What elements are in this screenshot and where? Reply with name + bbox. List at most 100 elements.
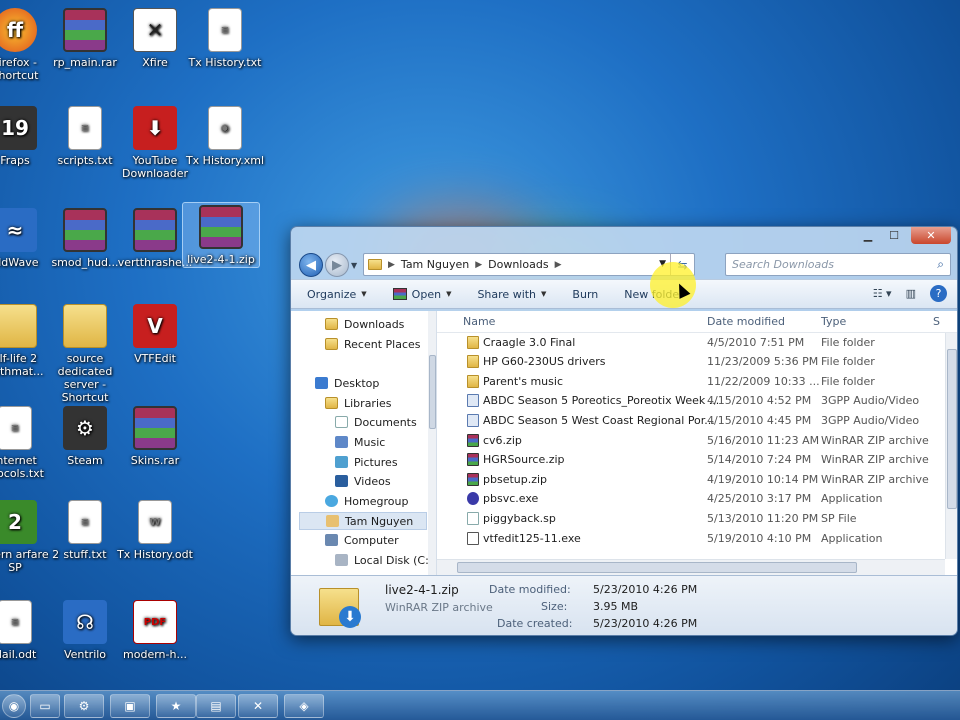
chevron-right-icon[interactable]: ▶: [555, 260, 562, 270]
music-icon: [335, 436, 348, 448]
file-row[interactable]: piggyback.sp 5/13/2010 11:20 PM SP File: [437, 509, 945, 529]
chevron-right-icon[interactable]: ▶: [388, 260, 395, 270]
nav-item-libraries[interactable]: Libraries: [325, 394, 392, 412]
file-row[interactable]: vtfedit125-11.exe 5/19/2010 4:10 PM Applic…: [437, 529, 945, 549]
details-filename: live2-4-1.zip: [385, 583, 459, 597]
gmod-icon[interactable]: ◈: [284, 694, 324, 718]
file-name: HP G60-230US drivers: [483, 355, 606, 368]
file-row[interactable]: pbsvc.exe 4/25/2010 3:17 PM Application: [437, 489, 945, 509]
folder-icon: [63, 304, 107, 348]
file-type: WinRAR ZIP archive: [821, 434, 929, 447]
file-row[interactable]: HGRSource.zip 5/14/2010 7:24 PM WinRAR ZIP…: [437, 450, 945, 470]
desktop-icon-tx-history-txt[interactable]: ≡ Tx History.txt: [180, 6, 270, 69]
details-pane: ⬇ live2-4-1.zip WinRAR ZIP archive Date …: [291, 575, 957, 635]
file-row[interactable]: ABDC Season 5 West Coast Regional Por...…: [437, 411, 945, 431]
desktop-icon-modern-h-pdf[interactable]: PDF modern-h...: [110, 598, 200, 661]
nav-item-label: Pictures: [354, 455, 398, 469]
recent-places-icon: [325, 338, 338, 350]
file-row[interactable]: HP G60-230US drivers 11/23/2009 5:36 PM Fi…: [437, 352, 945, 372]
help-icon[interactable]: ?: [930, 285, 947, 302]
vertical-scrollbar-thumb[interactable]: [947, 349, 957, 509]
column-header-size[interactable]: S: [933, 315, 940, 328]
desktop-icon-tx-history-xml[interactable]: ◉ Tx History.xml: [180, 104, 270, 167]
forward-button[interactable]: ▶: [325, 253, 349, 277]
file-row[interactable]: Parent's music 11/22/2009 10:33 ... File f…: [437, 372, 945, 392]
xfire-icon[interactable]: ✕: [238, 694, 278, 718]
folder-icon[interactable]: ▤: [196, 694, 236, 718]
organize-button[interactable]: Organize ▼: [307, 288, 367, 301]
desktop-icon-live2-zip[interactable]: live2-4-1.zip: [182, 202, 260, 268]
winrar-icon: [133, 208, 177, 252]
start-orb-icon[interactable]: ◉: [2, 694, 26, 718]
file-row[interactable]: cv6.zip 5/16/2010 11:23 AM WinRAR ZIP arch…: [437, 431, 945, 451]
preview-pane-icon[interactable]: ▥: [906, 287, 916, 300]
nav-item-desktop[interactable]: Desktop: [315, 374, 379, 392]
address-bar[interactable]: ▶ Tam Nguyen ▶ Downloads ▶ ▼ ⇆: [363, 253, 695, 276]
nav-item-music[interactable]: Music: [335, 433, 385, 451]
nav-scrollbar-thumb[interactable]: [429, 355, 436, 429]
title-bar[interactable]: ▁ ☐ ✕: [291, 227, 957, 247]
folder-icon: [0, 304, 37, 348]
details-date-modified-label: Date modified:: [489, 583, 571, 596]
nav-item-label: Libraries: [344, 396, 392, 410]
nav-item-downloads[interactable]: Downloads: [325, 315, 404, 333]
file-name: Parent's music: [483, 375, 563, 388]
back-button[interactable]: ◀: [299, 253, 323, 277]
nav-item-tam-nguyen[interactable]: Tam Nguyen: [299, 512, 427, 530]
desktop-icon-label: modern-h...: [123, 648, 187, 661]
open-label: Open: [411, 287, 442, 301]
navigation-bar: ◀ ▶ ▼ ▶ Tam Nguyen ▶ Downloads ▶ ▼ ⇆ Sea…: [291, 247, 957, 279]
desktop-icon-vtfedit[interactable]: V VTFEdit: [110, 302, 200, 365]
breadcrumb-tam-nguyen[interactable]: Tam Nguyen: [401, 258, 469, 271]
view-options-icon[interactable]: ☷ ▾: [873, 287, 892, 300]
search-icon[interactable]: ⌕: [937, 257, 944, 272]
game-icon: 2: [0, 500, 37, 544]
file-list-horizontal-scrollbar[interactable]: [437, 559, 945, 575]
close-button[interactable]: ✕: [911, 227, 951, 244]
nav-item-computer[interactable]: Computer: [325, 531, 399, 549]
nav-item-pictures[interactable]: Pictures: [335, 453, 398, 471]
burn-button[interactable]: Burn: [572, 288, 598, 301]
folder-icon: [325, 318, 338, 330]
nav-item-videos[interactable]: Videos: [335, 472, 391, 490]
steam-icon[interactable]: ⚙: [64, 694, 104, 718]
search-input[interactable]: Search Downloads ⌕: [725, 253, 951, 276]
fraps-icon: 19: [0, 106, 37, 150]
desktop-icon: [315, 377, 328, 389]
file-row[interactable]: Craagle 3.0 Final 4/5/2010 7:51 PM File fo…: [437, 333, 945, 353]
nav-scrollbar[interactable]: [428, 311, 436, 575]
media-player-icon[interactable]: ▣: [110, 694, 150, 718]
vtfedit-icon: V: [133, 304, 177, 348]
column-header-name[interactable]: Name: [463, 315, 495, 328]
desktop-icon-skins-rar[interactable]: Skins.rar: [110, 404, 200, 467]
column-header-type[interactable]: Type: [821, 315, 846, 328]
file-row[interactable]: pbsetup.zip 4/19/2010 10:14 PM WinRAR ZIP …: [437, 470, 945, 490]
nav-item-homegroup[interactable]: Homegroup: [325, 492, 408, 510]
chevron-down-icon: ▼: [361, 290, 367, 298]
winrar-icon: [392, 288, 407, 300]
file-row[interactable]: ABDC Season 5 Poreotics_Poreotix Week ..…: [437, 391, 945, 411]
horizontal-scrollbar-thumb[interactable]: [457, 562, 857, 573]
minimize-button[interactable]: ▁: [855, 227, 881, 244]
file-list-vertical-scrollbar[interactable]: [945, 333, 957, 559]
winrar-icon: [467, 453, 479, 466]
share-with-button[interactable]: Share with ▼: [477, 288, 546, 301]
file-date: 4/5/2010 7:51 PM: [707, 336, 805, 349]
recent-pages-icon[interactable]: ▼: [351, 261, 357, 270]
hard-disk-icon: [335, 554, 348, 566]
videos-icon: [335, 475, 348, 487]
column-header-date-modified[interactable]: Date modified: [707, 315, 785, 328]
maximize-button[interactable]: ☐: [881, 227, 907, 244]
breadcrumb-downloads[interactable]: Downloads: [488, 258, 548, 271]
desktop-icon-label: Skins.rar: [130, 454, 180, 467]
nav-item-documents[interactable]: Documents: [335, 413, 417, 431]
nav-item-local-disk[interactable]: Local Disk (C:): [335, 551, 433, 569]
explorer-icon[interactable]: ▭: [30, 694, 60, 718]
nav-item-recent-places[interactable]: Recent Places: [325, 335, 421, 353]
favorites-icon[interactable]: ★: [156, 694, 196, 718]
open-button[interactable]: Open ▼: [392, 287, 451, 301]
folder-icon: [368, 259, 382, 270]
winrar-icon: [467, 434, 479, 447]
desktop-icon-tx-history-odt[interactable]: W Tx History.odt: [110, 498, 200, 561]
chevron-right-icon[interactable]: ▶: [475, 260, 482, 270]
